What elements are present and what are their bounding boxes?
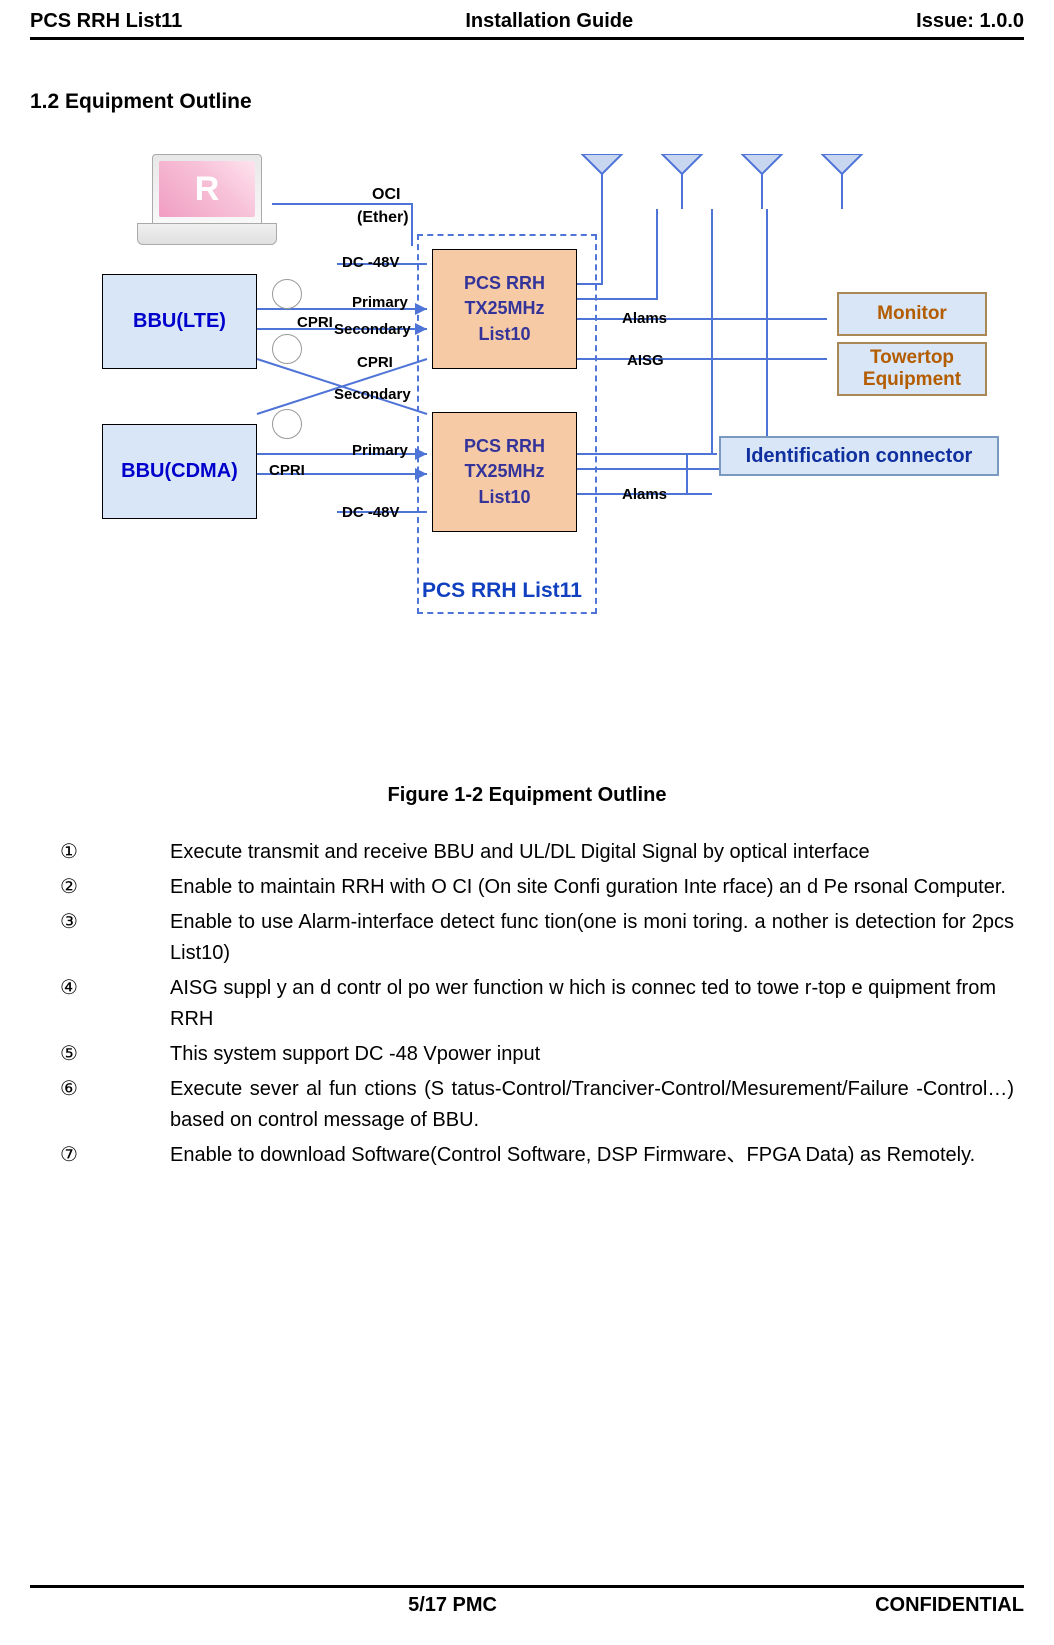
antenna-row xyxy=(577,154,867,209)
identification-label: Identification connector xyxy=(746,445,973,468)
header-left: PCS RRH List11 xyxy=(30,10,182,33)
rrh-top-line3: List10 xyxy=(478,322,530,347)
antenna-icon xyxy=(657,154,707,209)
cpri-top-label: CPRI xyxy=(297,314,333,331)
antenna-icon xyxy=(817,154,867,209)
secondary-top-label: Secondary xyxy=(334,321,411,338)
dc48-top-label: DC -48V xyxy=(342,254,400,271)
item-text: Execute transmit and receive BBU and UL/… xyxy=(170,837,1014,868)
oci-ether-label: (Ether) xyxy=(357,209,409,227)
secondary-bot-label: Secondary xyxy=(334,386,411,403)
figure-caption: Figure 1-2 Equipment Outline xyxy=(30,784,1024,807)
item-number: ⑤ xyxy=(60,1039,170,1070)
equipment-diagram: R BBU(LTE) BBU(CDMA) xyxy=(47,154,1007,714)
rrh-bottom-box: PCS RRH TX25MHz List10 xyxy=(432,412,577,532)
list-item: ③ Enable to use Alarm-interface detect f… xyxy=(60,907,1014,969)
rrh-bot-line3: List10 xyxy=(478,485,530,510)
primary-top-label: Primary xyxy=(352,294,408,311)
item-number: ⑥ xyxy=(60,1074,170,1136)
monitor-label: Monitor xyxy=(877,303,947,325)
alams-top-label: Alams xyxy=(622,310,667,327)
laptop-icon: R xyxy=(137,154,277,249)
header-center: Installation Guide xyxy=(465,10,633,33)
rrh-top-box: PCS RRH TX25MHz List10 xyxy=(432,249,577,369)
rrh-bot-line2: TX25MHz xyxy=(464,459,544,484)
footer-right: CONFIDENTIAL xyxy=(875,1594,1024,1617)
list-item: ⑤ This system support DC -48 Vpower inpu… xyxy=(60,1039,1014,1070)
cpri-port-icon xyxy=(272,334,302,364)
cpri-port-icon xyxy=(272,409,302,439)
page-footer: 5/17 PMC CONFIDENTIAL xyxy=(30,1585,1024,1617)
oci-label: OCI xyxy=(372,186,400,204)
item-text: Enable to maintain RRH with O CI (On sit… xyxy=(170,872,1014,903)
list-item: ② Enable to maintain RRH with O CI (On s… xyxy=(60,872,1014,903)
alams-bot-label: Alams xyxy=(622,486,667,503)
item-text: AISG suppl y an d contr ol po wer functi… xyxy=(170,973,1014,1035)
bbu-cdma-box: BBU(CDMA) xyxy=(102,424,257,519)
aisg-label: AISG xyxy=(627,352,664,369)
list-item: ④ AISG suppl y an d contr ol po wer func… xyxy=(60,973,1014,1035)
bbu-lte-box: BBU(LTE) xyxy=(102,274,257,369)
antenna-icon xyxy=(737,154,787,209)
towertop-label-2: Equipment xyxy=(863,369,961,391)
list-item: ① Execute transmit and receive BBU and U… xyxy=(60,837,1014,868)
cpri-bot-label: CPRI xyxy=(269,462,305,479)
item-text: Execute sever al fun ctions (S tatus-Con… xyxy=(170,1074,1014,1136)
cpri-mid-label: CPRI xyxy=(357,354,393,371)
list-item: ⑦ Enable to download Software(Control So… xyxy=(60,1140,1014,1171)
item-number: ① xyxy=(60,837,170,868)
rrh-top-line1: PCS RRH xyxy=(464,271,545,296)
section-title: 1.2 Equipment Outline xyxy=(30,90,1024,114)
rrh-bot-line1: PCS RRH xyxy=(464,434,545,459)
cpri-port-icon xyxy=(272,279,302,309)
primary-bot-label: Primary xyxy=(352,442,408,459)
monitor-box: Monitor xyxy=(837,292,987,336)
item-number: ③ xyxy=(60,907,170,969)
item-number: ④ xyxy=(60,973,170,1035)
item-number: ⑦ xyxy=(60,1140,170,1171)
rrh-list11-caption: PCS RRH List11 xyxy=(422,579,582,603)
dc48-bot-label: DC -48V xyxy=(342,504,400,521)
list-item: ⑥ Execute sever al fun ctions (S tatus-C… xyxy=(60,1074,1014,1136)
bbu-cdma-label: BBU(CDMA) xyxy=(121,460,238,483)
laptop-glyph: R xyxy=(159,161,255,217)
item-text: Enable to download Software(Control Soft… xyxy=(170,1140,1014,1171)
item-number: ② xyxy=(60,872,170,903)
bbu-lte-label: BBU(LTE) xyxy=(133,310,226,333)
item-text: Enable to use Alarm-interface detect fun… xyxy=(170,907,1014,969)
item-text: This system support DC -48 Vpower input xyxy=(170,1039,1014,1070)
footer-center: 5/17 PMC xyxy=(408,1594,497,1617)
towertop-label-1: Towertop xyxy=(870,347,954,369)
identification-box: Identification connector xyxy=(719,436,999,476)
feature-list: ① Execute transmit and receive BBU and U… xyxy=(30,837,1024,1171)
rrh-top-line2: TX25MHz xyxy=(464,296,544,321)
header-right: Issue: 1.0.0 xyxy=(916,10,1024,33)
towertop-box: Towertop Equipment xyxy=(837,342,987,396)
page-header: PCS RRH List11 Installation Guide Issue:… xyxy=(30,10,1024,40)
antenna-icon xyxy=(577,154,627,209)
